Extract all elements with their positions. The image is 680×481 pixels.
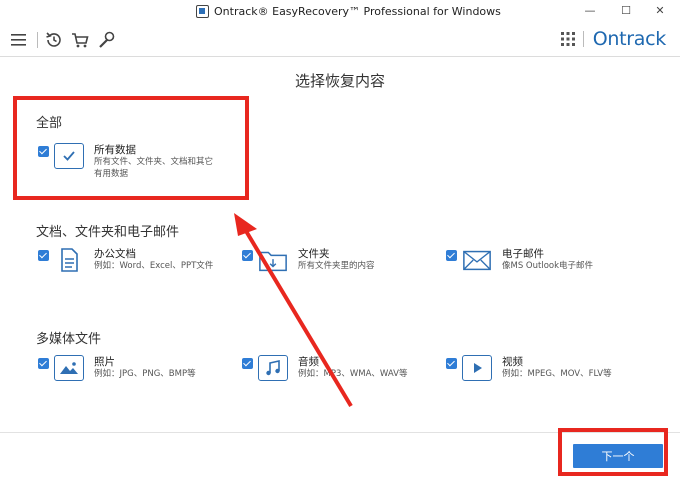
annotation-highlight-all — [13, 96, 249, 200]
annotation-highlight-next — [558, 428, 668, 476]
cart-icon[interactable] — [70, 30, 90, 50]
mail-icon — [462, 247, 492, 273]
brand-divider — [583, 31, 584, 47]
office-docs-checkbox[interactable] — [38, 250, 49, 261]
office-docs-label: 办公文档 — [94, 248, 136, 260]
music-icon — [258, 355, 288, 381]
email-label: 电子邮件 — [502, 248, 544, 260]
close-button[interactable]: ✕ — [650, 3, 670, 19]
wrench-icon[interactable] — [96, 30, 116, 50]
play-icon — [462, 355, 492, 381]
email-desc: 像MS Outlook电子邮件 — [502, 261, 594, 271]
option-folders[interactable]: 文件夹 所有文件夹里的内容 — [242, 247, 432, 287]
window-title: Ontrack® EasyRecovery™ Professional for … — [214, 5, 501, 18]
apps-grid-icon[interactable] — [560, 31, 576, 47]
option-office-docs[interactable]: 办公文档 例如：Word、Excel、PPT文件 — [38, 247, 238, 287]
office-docs-desc: 例如：Word、Excel、PPT文件 — [94, 261, 214, 271]
video-label: 视频 — [502, 356, 523, 368]
document-icon — [54, 247, 84, 273]
option-email[interactable]: 电子邮件 像MS Outlook电子邮件 — [446, 247, 646, 287]
maximize-button[interactable]: ☐ — [616, 3, 636, 19]
brand-logo: Ontrack — [592, 28, 667, 50]
option-audio[interactable]: 音频 例如：MP3、WMA、WAV等 — [242, 355, 432, 395]
history-icon[interactable] — [44, 30, 64, 50]
folders-label: 文件夹 — [298, 248, 330, 260]
email-checkbox[interactable] — [446, 250, 457, 261]
video-desc: 例如：MPEG、MOV、FLV等 — [502, 369, 612, 379]
audio-checkbox[interactable] — [242, 358, 253, 369]
folders-desc: 所有文件夹里的内容 — [298, 261, 375, 271]
app-logo-icon — [196, 5, 209, 18]
option-photos[interactable]: 照片 例如：JPG、PNG、BMP等 — [38, 355, 238, 395]
folder-icon — [258, 247, 288, 273]
title-bar: Ontrack® EasyRecovery™ Professional for … — [0, 0, 680, 25]
photos-label: 照片 — [94, 356, 115, 368]
option-video[interactable]: 视频 例如：MPEG、MOV、FLV等 — [446, 355, 646, 395]
image-icon — [54, 355, 84, 381]
toolbar-divider — [37, 32, 38, 48]
section-title-media: 多媒体文件 — [36, 331, 102, 346]
folders-checkbox[interactable] — [242, 250, 253, 261]
menu-icon[interactable] — [9, 30, 29, 50]
audio-desc: 例如：MP3、WMA、WAV等 — [298, 369, 408, 379]
photos-checkbox[interactable] — [38, 358, 49, 369]
minimize-button[interactable]: — — [580, 3, 600, 19]
video-checkbox[interactable] — [446, 358, 457, 369]
page-title: 选择恢复内容 — [294, 72, 385, 90]
section-title-docs: 文档、文件夹和电子邮件 — [36, 224, 180, 239]
photos-desc: 例如：JPG、PNG、BMP等 — [94, 369, 196, 379]
audio-label: 音频 — [298, 356, 319, 368]
